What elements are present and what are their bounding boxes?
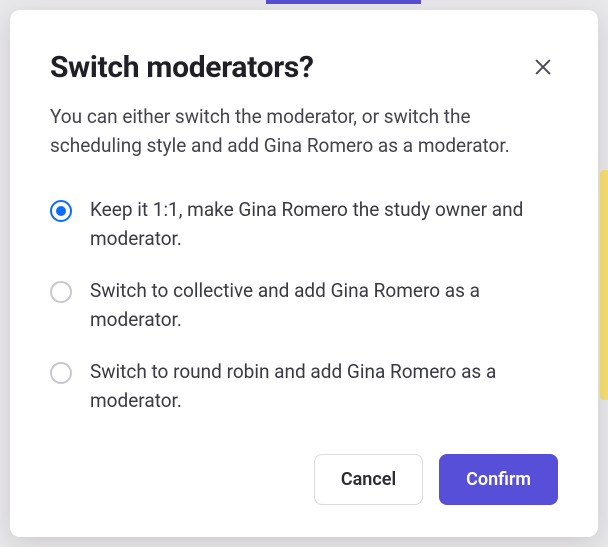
option-round-robin[interactable]: Switch to round robin and add Gina Romer… [50,358,558,415]
radio-input[interactable] [50,281,72,303]
close-icon [532,56,554,78]
close-button[interactable] [528,52,558,82]
modal-footer: Cancel Confirm [50,430,558,505]
switch-moderators-modal: Switch moderators? You can either switch… [10,10,598,537]
backdrop-accent [266,0,421,4]
modal-title: Switch moderators? [50,50,314,85]
option-label: Keep it 1:1, make Gina Romero the study … [90,196,558,253]
option-collective[interactable]: Switch to collective and add Gina Romero… [50,277,558,334]
radio-input[interactable] [50,362,72,384]
confirm-button[interactable]: Confirm [439,454,558,505]
modal-header: Switch moderators? [50,50,558,85]
options-group: Keep it 1:1, make Gina Romero the study … [50,196,558,415]
cancel-button[interactable]: Cancel [314,454,423,505]
radio-input[interactable] [50,200,72,222]
option-keep-1-1[interactable]: Keep it 1:1, make Gina Romero the study … [50,196,558,253]
option-label: Switch to collective and add Gina Romero… [90,277,558,334]
backdrop-accent-side [600,170,608,400]
option-label: Switch to round robin and add Gina Romer… [90,358,558,415]
modal-description: You can either switch the moderator, or … [50,103,550,160]
